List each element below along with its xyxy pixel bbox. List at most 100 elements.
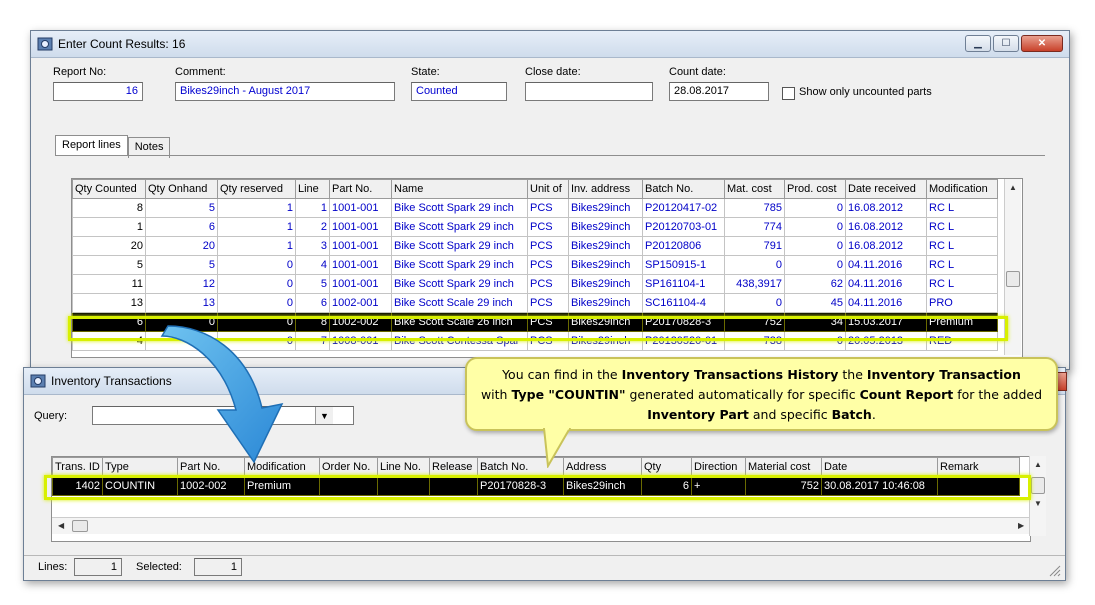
- scroll-up-icon[interactable]: ▲: [1009, 183, 1017, 192]
- table-row[interactable]: 5 5 0 4 1001-001 Bike Scott Spark 29 inch PCS B…: [72, 255, 998, 275]
- table-cell: [429, 476, 478, 496]
- scroll-thumb[interactable]: [1006, 271, 1020, 287]
- column-header[interactable]: Mat. cost: [724, 179, 785, 199]
- table-cell: 2: [295, 217, 330, 237]
- count-date-label: Count date:: [669, 66, 726, 78]
- table-cell: 752: [724, 312, 785, 332]
- column-header[interactable]: Direction: [691, 457, 746, 477]
- table-cell: Bike Scott Spark 29 inch: [391, 198, 528, 218]
- column-header[interactable]: Remark: [937, 457, 1020, 477]
- table-cell: 04.11.2016: [845, 293, 927, 313]
- column-header[interactable]: Date: [821, 457, 938, 477]
- column-header[interactable]: Line No.: [377, 457, 430, 477]
- table-cell: PCS: [527, 236, 569, 256]
- table-cell: 0: [217, 274, 296, 294]
- hscroll-thumb[interactable]: [72, 520, 88, 532]
- table-cell: 45: [784, 293, 846, 313]
- column-header[interactable]: Unit of: [527, 179, 569, 199]
- table-cell: 12: [145, 274, 218, 294]
- table-row[interactable]: 8 5 1 1 1001-001 Bike Scott Spark 29 inch PCS B…: [72, 198, 998, 218]
- callout-text: and specific: [748, 407, 832, 422]
- table-cell: Bike Scott Spark 29 inch: [391, 236, 528, 256]
- report-lines-scrollbar[interactable]: ▲: [1004, 179, 1021, 355]
- column-header[interactable]: Qty Counted: [72, 179, 146, 199]
- table-cell: Bikes29inch: [568, 274, 643, 294]
- column-header[interactable]: Material cost: [745, 457, 822, 477]
- column-header[interactable]: Batch No.: [642, 179, 725, 199]
- close-date-label: Close date:: [525, 66, 581, 78]
- table-cell: +: [691, 476, 746, 496]
- table-row[interactable]: 1402 COUNTIN 1002-002 Premium P20170828-3 Bik…: [52, 476, 1020, 496]
- table-cell: 1002-001: [329, 293, 392, 313]
- scroll-left-icon[interactable]: ◀: [58, 521, 64, 530]
- column-header[interactable]: Modification: [926, 179, 998, 199]
- callout-bold: Type "COUNTIN": [511, 387, 626, 402]
- column-header[interactable]: Qty reserved: [217, 179, 296, 199]
- table-cell: [377, 476, 430, 496]
- close-date-field[interactable]: [525, 82, 653, 101]
- table-cell: Premium: [244, 476, 320, 496]
- table-cell: 62: [784, 274, 846, 294]
- count-date-field[interactable]: 28.08.2017: [669, 82, 769, 101]
- table-cell: 0: [784, 331, 846, 351]
- callout-bold: Batch: [831, 407, 872, 422]
- comment-field[interactable]: Bikes29inch - August 2017: [175, 82, 395, 101]
- app-icon: [30, 374, 46, 388]
- column-header[interactable]: Qty Onhand: [145, 179, 218, 199]
- transactions-vscrollbar[interactable]: ▲ ▼: [1029, 456, 1046, 536]
- table-cell: PCS: [527, 312, 569, 332]
- table-cell: 1001-001: [329, 217, 392, 237]
- table-cell: Bike Scott Scale 26 inch: [391, 312, 528, 332]
- table-cell: 15.03.2017: [845, 312, 927, 332]
- column-header[interactable]: Line: [295, 179, 330, 199]
- table-cell: 4: [72, 331, 146, 351]
- scroll-right-icon[interactable]: ▶: [1018, 521, 1024, 530]
- maximize-icon[interactable]: ☐: [993, 35, 1019, 52]
- scroll-up-icon[interactable]: ▲: [1034, 460, 1042, 469]
- column-header[interactable]: Trans. ID: [52, 457, 103, 477]
- column-header[interactable]: Name: [391, 179, 528, 199]
- scroll-thumb[interactable]: [1031, 477, 1045, 494]
- table-row[interactable]: 1 6 1 2 1001-001 Bike Scott Spark 29 inch PCS B…: [72, 217, 998, 237]
- report-no-field[interactable]: 16: [53, 82, 143, 101]
- callout-bold: Inventory Transaction: [866, 367, 1021, 382]
- table-cell: 6: [295, 293, 330, 313]
- dropdown-arrow-icon[interactable]: ▼: [315, 407, 333, 424]
- column-header[interactable]: Prod. cost: [784, 179, 846, 199]
- table-row[interactable]: 11 12 0 5 1001-001 Bike Scott Spark 29 inch PC…: [72, 274, 998, 294]
- callout-text: .: [871, 407, 876, 422]
- table-cell: 13: [72, 293, 146, 313]
- table-cell: 6: [145, 217, 218, 237]
- transactions-hscrollbar[interactable]: ◀ ▶: [52, 517, 1029, 534]
- table-cell: 8: [295, 312, 330, 332]
- table-row[interactable]: 13 13 0 6 1002-001 Bike Scott Scale 29 inch PC…: [72, 293, 998, 313]
- table-cell: RC L: [926, 198, 998, 218]
- table-cell: PCS: [527, 274, 569, 294]
- resize-grip-icon[interactable]: [1049, 565, 1061, 577]
- status-bar: Lines: 1 Selected: 1: [24, 555, 1065, 580]
- table-cell: Bike Scott Contessa Spar: [391, 331, 528, 351]
- column-header[interactable]: Order No.: [319, 457, 378, 477]
- column-header[interactable]: Release: [429, 457, 478, 477]
- column-header[interactable]: Qty: [641, 457, 692, 477]
- table-cell: PCS: [527, 331, 569, 351]
- callout-bold: Inventory Transactions History: [621, 367, 839, 382]
- show-uncounted-label: Show only uncounted parts: [799, 86, 932, 98]
- table-cell: RC L: [926, 236, 998, 256]
- column-header[interactable]: Part No.: [329, 179, 392, 199]
- close-icon[interactable]: ✕: [1021, 35, 1063, 52]
- selected-count: 1: [194, 558, 242, 576]
- table-row[interactable]: 20 20 1 3 1001-001 Bike Scott Spark 29 inch PC…: [72, 236, 998, 256]
- table-cell: PCS: [527, 255, 569, 275]
- table-cell: Premium: [926, 312, 998, 332]
- tab-report-lines[interactable]: Report lines: [55, 135, 128, 156]
- main-window-controls: ▁ ☐ ✕: [965, 35, 1063, 52]
- scroll-down-icon[interactable]: ▼: [1034, 499, 1042, 508]
- column-header[interactable]: Date received: [845, 179, 927, 199]
- column-header[interactable]: Inv. address: [568, 179, 643, 199]
- state-field[interactable]: Counted: [411, 82, 507, 101]
- table-cell: 11: [72, 274, 146, 294]
- minimize-icon[interactable]: ▁: [965, 35, 991, 52]
- show-uncounted-checkbox[interactable]: [782, 87, 795, 100]
- main-titlebar: Enter Count Results: 16: [31, 31, 1069, 58]
